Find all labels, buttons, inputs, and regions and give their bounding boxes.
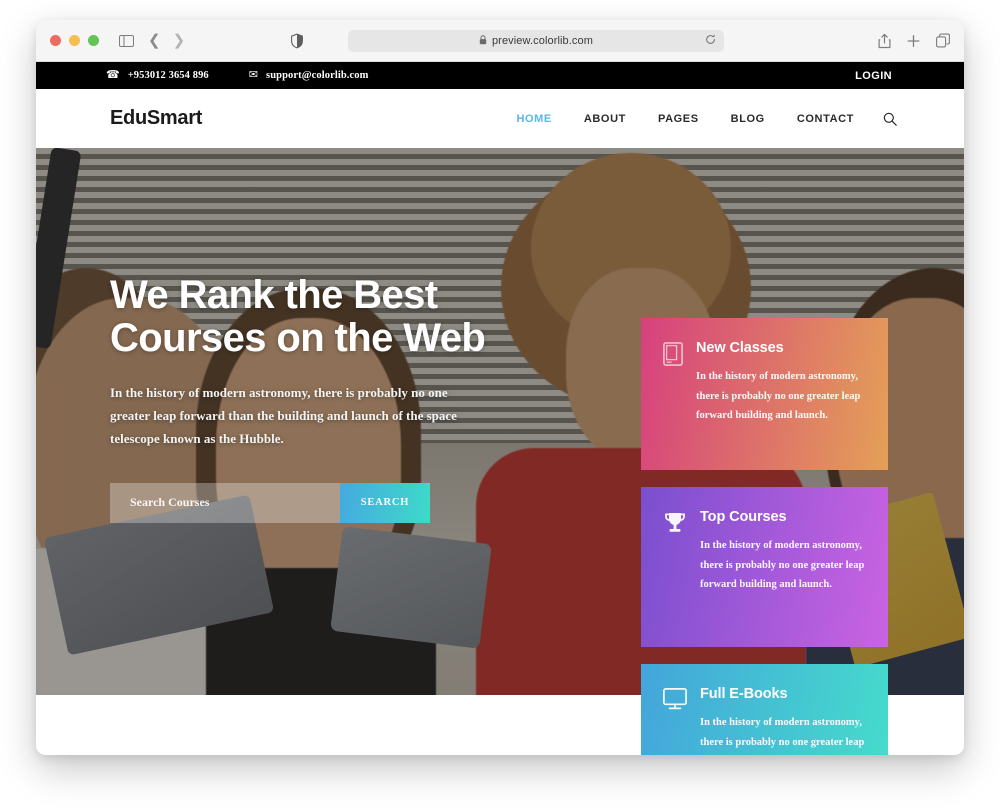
nav-item-pages[interactable]: PAGES — [658, 113, 699, 125]
reader-privacy-icon[interactable] — [291, 33, 303, 48]
url-text: preview.colorlib.com — [491, 34, 594, 47]
plus-icon[interactable] — [907, 34, 920, 47]
feature-card-new-classes[interactable]: New Classes In the history of modern ast… — [641, 318, 888, 470]
feature-card-full-ebooks[interactable]: Full E-Books In the history of modern as… — [641, 664, 888, 755]
feature-card-title: New Classes — [696, 340, 784, 356]
toolbar-right-actions — [878, 33, 950, 48]
topbar-email-text: support@colorlib.com — [266, 70, 369, 81]
feature-card-text: In the history of modern astronomy, ther… — [696, 371, 861, 422]
telephone-icon: ☎ — [106, 69, 120, 81]
back-arrow-icon[interactable]: ❮ — [148, 33, 161, 48]
monitor-icon — [663, 688, 687, 715]
maximize-window-button[interactable] — [88, 35, 99, 46]
address-bar[interactable]: preview.colorlib.com — [348, 29, 724, 52]
nav-item-about[interactable]: ABOUT — [584, 113, 626, 125]
course-search-form: SEARCH — [110, 482, 430, 523]
close-window-button[interactable] — [50, 35, 61, 46]
forward-arrow-icon[interactable]: ❯ — [173, 33, 186, 48]
feature-card-title: Full E-Books — [700, 686, 788, 702]
nav-item-home[interactable]: HOME — [516, 113, 551, 125]
feature-card-text: In the history of modern astronomy, ther… — [700, 540, 865, 591]
browser-toolbar: ❮ ❯ preview.colorlib.com — [36, 20, 964, 62]
hero-title: We Rank the Best Courses on the Web — [110, 273, 486, 361]
minimize-window-button[interactable] — [69, 35, 80, 46]
site-logo[interactable]: EduSmart — [110, 107, 202, 130]
tab-overview-icon[interactable] — [936, 33, 950, 48]
reload-icon[interactable] — [705, 32, 716, 50]
hero-content: We Rank the Best Courses on the Web In t… — [36, 148, 556, 523]
course-search-input[interactable] — [110, 482, 340, 523]
envelope-icon: ✉ — [248, 69, 259, 81]
webpage-content: ☎ +953012 3654 896 ✉ support@colorlib.co… — [36, 62, 964, 755]
feature-card-text: In the history of modern astronomy, ther… — [700, 717, 865, 748]
feature-card-body: Top Courses In the history of modern ast… — [700, 509, 866, 595]
navigation-arrows: ❮ ❯ — [148, 33, 185, 48]
sidebar-toggle-icon[interactable] — [119, 34, 134, 47]
topbar-phone[interactable]: ☎ +953012 3654 896 — [106, 69, 209, 82]
main-navigation: HOME ABOUT PAGES BLOG CONTACT — [516, 113, 854, 125]
topbar-phone-text: +953012 3654 896 — [127, 70, 209, 81]
browser-window: ❮ ❯ preview.colorlib.com ☎ +953012 3654 … — [36, 20, 964, 755]
site-header: EduSmart HOME ABOUT PAGES BLOG CONTACT — [36, 89, 964, 148]
hero-paragraph: In the history of modern astronomy, ther… — [110, 385, 457, 446]
feature-cards: New Classes In the history of modern ast… — [641, 318, 888, 755]
nav-item-blog[interactable]: BLOG — [731, 113, 765, 125]
window-controls — [50, 35, 99, 46]
feature-card-body: New Classes In the history of modern ast… — [696, 340, 866, 426]
site-topbar: ☎ +953012 3654 896 ✉ support@colorlib.co… — [36, 62, 964, 89]
lock-icon — [479, 32, 487, 50]
search-icon[interactable] — [883, 112, 897, 126]
feature-card-top-courses[interactable]: Top Courses In the history of modern ast… — [641, 487, 888, 647]
share-icon[interactable] — [878, 33, 891, 48]
login-link[interactable]: LOGIN — [855, 70, 892, 82]
topbar-contacts: ☎ +953012 3654 896 ✉ support@colorlib.co… — [106, 69, 369, 82]
trophy-icon — [663, 511, 687, 540]
topbar-email[interactable]: ✉ support@colorlib.com — [248, 69, 369, 82]
feature-card-title: Top Courses — [700, 509, 787, 525]
course-search-button[interactable]: SEARCH — [340, 482, 430, 523]
feature-card-body: Full E-Books In the history of modern as… — [700, 686, 866, 755]
nav-item-contact[interactable]: CONTACT — [797, 113, 854, 125]
book-icon — [663, 342, 683, 371]
